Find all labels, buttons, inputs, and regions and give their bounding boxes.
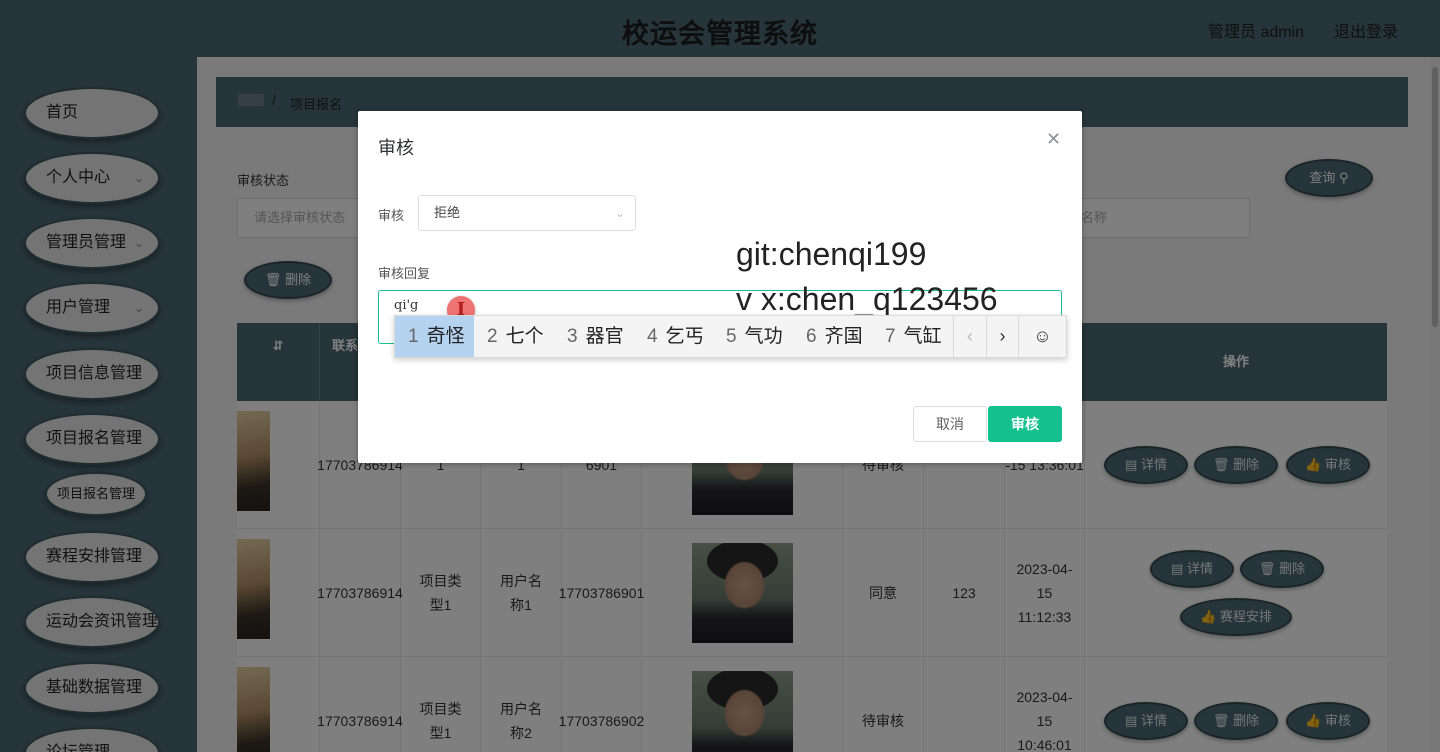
ime-candidate-text: 奇怪: [426, 326, 465, 347]
ime-candidate[interactable]: 2 七个: [474, 316, 554, 357]
watermark-line-2: v x:chen_q123456: [736, 281, 998, 317]
chevron-down-icon: ⌄: [614, 206, 625, 220]
ime-candidate-number: 1: [408, 326, 419, 347]
ime-candidate[interactable]: 5 气功: [713, 316, 793, 357]
ime-candidate-text: 七个: [505, 326, 544, 347]
review-result-value: 拒绝: [434, 205, 461, 220]
ime-candidate-text: 气缸: [903, 326, 942, 347]
ime-candidate-bar: 1 奇怪 2 七个 3 器官 4 乞丐 5 气功 6 齐国 7 气缸 ‹ › ☺: [394, 315, 1067, 358]
dialog-title: 审核: [378, 138, 414, 158]
chevron-left-icon[interactable]: ‹: [953, 316, 986, 357]
review-field-label: 审核: [378, 208, 405, 223]
ime-candidate-text: 气功: [744, 326, 783, 347]
ime-candidate-number: 5: [726, 326, 737, 347]
ime-candidate[interactable]: 1 奇怪: [395, 316, 474, 357]
ime-candidate-number: 2: [487, 326, 498, 347]
ime-candidate-text: 器官: [585, 326, 624, 347]
ime-candidate-text: 齐国: [824, 326, 863, 347]
chevron-right-icon[interactable]: ›: [986, 316, 1018, 357]
ime-candidate[interactable]: 3 器官: [554, 316, 634, 357]
review-result-select[interactable]: 拒绝 ⌄: [418, 195, 636, 231]
ime-candidate-text: 乞丐: [665, 326, 704, 347]
cancel-button[interactable]: 取消: [913, 406, 987, 442]
emoji-icon[interactable]: ☺: [1018, 316, 1066, 357]
ime-candidate[interactable]: 6 齐国: [793, 316, 873, 357]
ime-candidate-number: 6: [806, 326, 817, 347]
confirm-review-button[interactable]: 审核: [988, 406, 1062, 442]
close-icon[interactable]: ✕: [1046, 129, 1061, 150]
ime-candidate-number: 4: [647, 326, 658, 347]
ime-candidate[interactable]: 7 气缸: [872, 316, 952, 357]
watermark-line-1: git:chenqi199: [736, 236, 927, 272]
ime-candidate-number: 7: [885, 326, 896, 347]
ime-candidate[interactable]: 4 乞丐: [634, 316, 714, 357]
ime-candidate-number: 3: [567, 326, 578, 347]
review-reply-label: 审核回复: [378, 266, 431, 281]
